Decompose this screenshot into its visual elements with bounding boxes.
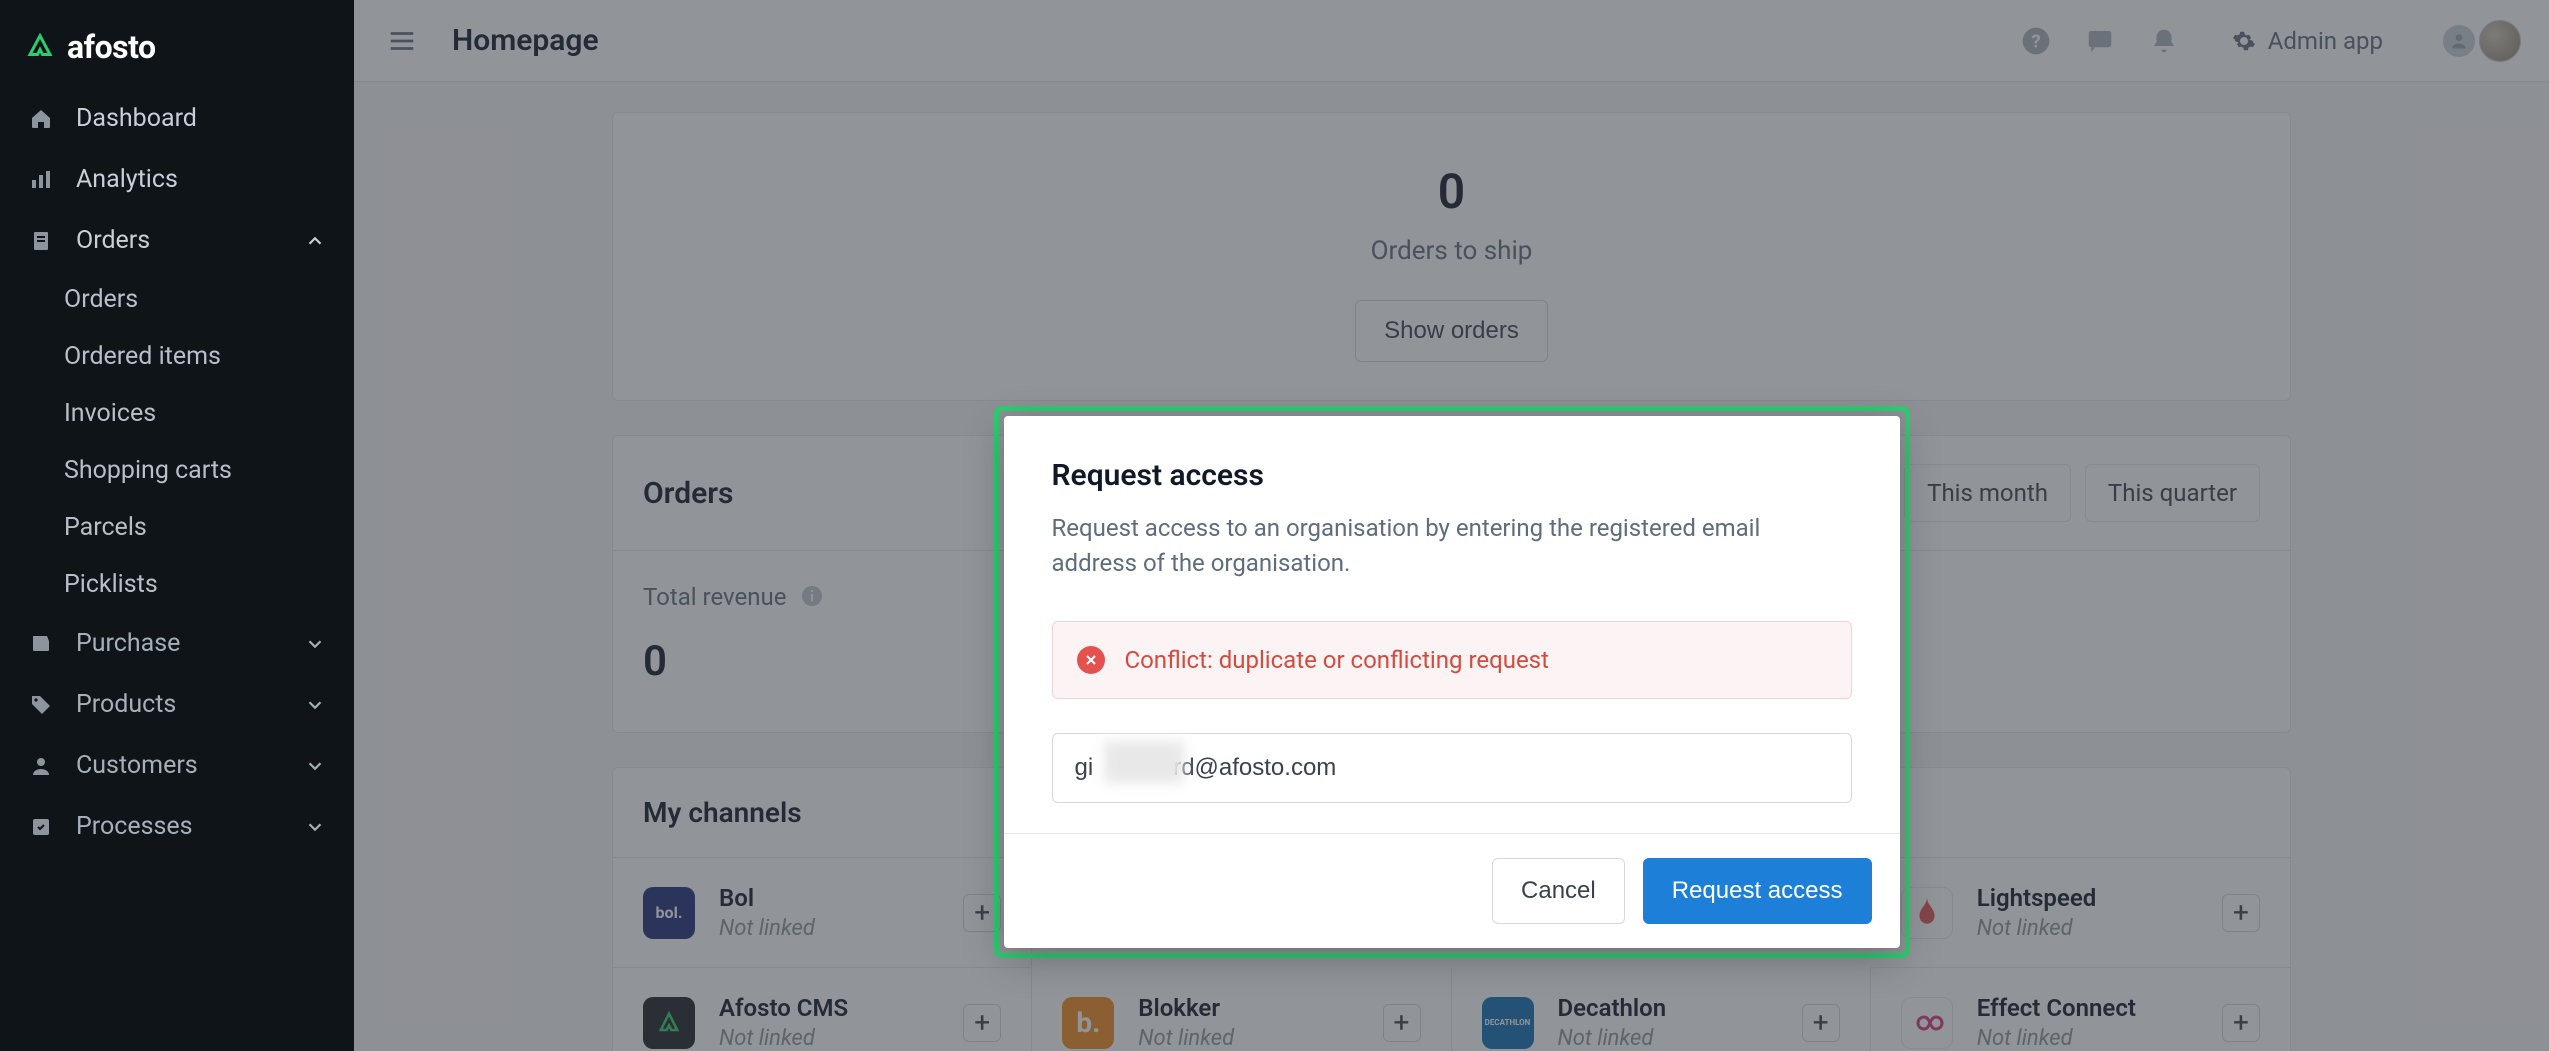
chevron-down-icon	[304, 816, 326, 838]
sidebar-item-orders[interactable]: Orders	[0, 210, 354, 271]
sidebar-item-label: Customers	[76, 751, 198, 780]
processes-icon	[28, 814, 54, 840]
orders-icon	[28, 228, 54, 254]
sidebar-item-label: Processes	[76, 812, 193, 841]
sidebar-subitem-picklists[interactable]: Picklists	[0, 556, 354, 613]
error-text: Conflict: duplicate or conflicting reque…	[1125, 646, 1549, 674]
redacted-region	[1104, 741, 1184, 783]
error-alert: Conflict: duplicate or conflicting reque…	[1052, 621, 1852, 699]
cancel-button[interactable]: Cancel	[1492, 858, 1625, 924]
sidebar-item-processes[interactable]: Processes	[0, 796, 354, 857]
sidebar-item-dashboard[interactable]: Dashboard	[0, 88, 354, 149]
modal-title: Request access	[1052, 458, 1852, 493]
sidebar-subitem-parcels[interactable]: Parcels	[0, 499, 354, 556]
home-icon	[28, 106, 54, 132]
main: Homepage ? Admin app 0 Orders to ship S	[354, 0, 2549, 1051]
sidebar-subitem-orders[interactable]: Orders	[0, 271, 354, 328]
sidebar-item-label: Purchase	[76, 629, 180, 658]
chevron-down-icon	[304, 694, 326, 716]
analytics-icon	[28, 167, 54, 193]
sidebar: afosto Dashboard Analytics Orders Orders…	[0, 0, 354, 1051]
request-access-modal: Request access Request access to an orga…	[1004, 416, 1900, 948]
tag-icon	[28, 692, 54, 718]
sidebar-item-products[interactable]: Products	[0, 674, 354, 735]
nav: Dashboard Analytics Orders Orders Ordere…	[0, 88, 354, 857]
modal-description: Request access to an organisation by ent…	[1052, 511, 1852, 581]
brand-logo-icon	[25, 32, 55, 62]
request-access-button[interactable]: Request access	[1643, 858, 1872, 924]
sidebar-item-label: Products	[76, 690, 176, 719]
modal-overlay[interactable]: Request access Request access to an orga…	[354, 0, 2549, 1051]
purchase-icon	[28, 631, 54, 657]
sidebar-item-analytics[interactable]: Analytics	[0, 149, 354, 210]
error-icon	[1077, 646, 1105, 674]
chevron-down-icon	[304, 755, 326, 777]
user-icon	[28, 753, 54, 779]
brand-name: afosto	[67, 28, 156, 66]
sidebar-item-customers[interactable]: Customers	[0, 735, 354, 796]
sidebar-subitem-invoices[interactable]: Invoices	[0, 385, 354, 442]
chevron-up-icon	[304, 230, 326, 252]
sidebar-subitem-ordered-items[interactable]: Ordered items	[0, 328, 354, 385]
modal-highlight: Request access Request access to an orga…	[994, 406, 1910, 958]
sidebar-item-label: Orders	[76, 226, 150, 255]
sidebar-item-label: Analytics	[76, 165, 178, 194]
brand[interactable]: afosto	[0, 18, 354, 88]
sidebar-item-label: Dashboard	[76, 104, 197, 133]
sidebar-item-purchase[interactable]: Purchase	[0, 613, 354, 674]
sidebar-subitem-shopping-carts[interactable]: Shopping carts	[0, 442, 354, 499]
chevron-down-icon	[304, 633, 326, 655]
